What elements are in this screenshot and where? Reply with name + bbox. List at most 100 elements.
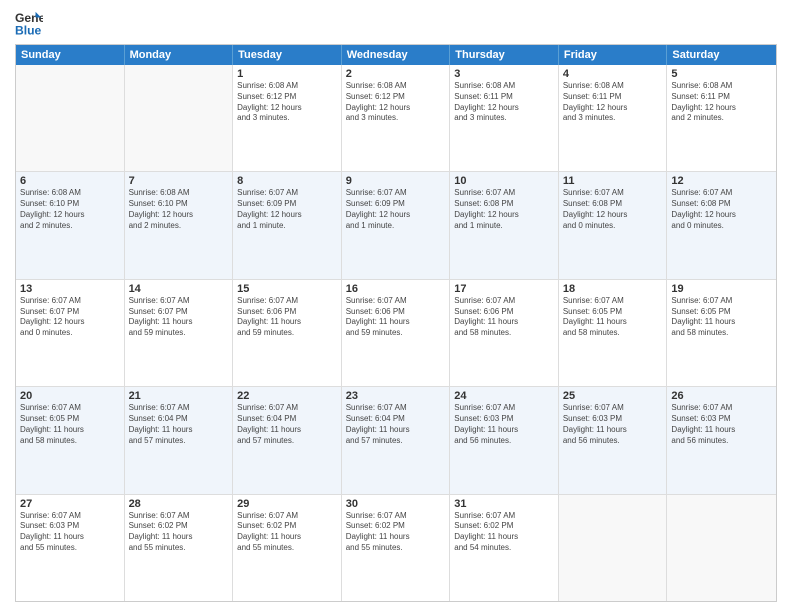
table-row: 17Sunrise: 6:07 AM Sunset: 6:06 PM Dayli… [450, 280, 559, 386]
table-row: 7Sunrise: 6:08 AM Sunset: 6:10 PM Daylig… [125, 172, 234, 278]
table-row [667, 495, 776, 601]
cell-day-number: 26 [671, 390, 772, 402]
cell-day-number: 10 [454, 175, 554, 187]
table-row: 24Sunrise: 6:07 AM Sunset: 6:03 PM Dayli… [450, 387, 559, 493]
cell-info: Sunrise: 6:07 AM Sunset: 6:06 PM Dayligh… [454, 296, 554, 339]
cell-day-number: 22 [237, 390, 337, 402]
calendar-body: 1Sunrise: 6:08 AM Sunset: 6:12 PM Daylig… [16, 65, 776, 601]
cell-day-number: 29 [237, 498, 337, 510]
table-row: 3Sunrise: 6:08 AM Sunset: 6:11 PM Daylig… [450, 65, 559, 171]
cell-day-number: 18 [563, 283, 663, 295]
table-row: 14Sunrise: 6:07 AM Sunset: 6:07 PM Dayli… [125, 280, 234, 386]
cell-info: Sunrise: 6:07 AM Sunset: 6:02 PM Dayligh… [237, 511, 337, 554]
cell-info: Sunrise: 6:07 AM Sunset: 6:02 PM Dayligh… [346, 511, 446, 554]
cell-info: Sunrise: 6:07 AM Sunset: 6:08 PM Dayligh… [563, 188, 663, 231]
svg-text:Blue: Blue [15, 23, 42, 37]
cell-info: Sunrise: 6:07 AM Sunset: 6:09 PM Dayligh… [346, 188, 446, 231]
cell-day-number: 8 [237, 175, 337, 187]
cell-info: Sunrise: 6:07 AM Sunset: 6:06 PM Dayligh… [237, 296, 337, 339]
cell-day-number: 15 [237, 283, 337, 295]
cell-info: Sunrise: 6:07 AM Sunset: 6:03 PM Dayligh… [20, 511, 120, 554]
table-row: 29Sunrise: 6:07 AM Sunset: 6:02 PM Dayli… [233, 495, 342, 601]
cell-info: Sunrise: 6:08 AM Sunset: 6:10 PM Dayligh… [20, 188, 120, 231]
header-day-wednesday: Wednesday [342, 45, 451, 65]
calendar-week-5: 27Sunrise: 6:07 AM Sunset: 6:03 PM Dayli… [16, 494, 776, 601]
cell-day-number: 4 [563, 68, 663, 80]
header-day-sunday: Sunday [16, 45, 125, 65]
cell-info: Sunrise: 6:07 AM Sunset: 6:08 PM Dayligh… [454, 188, 554, 231]
calendar-week-3: 13Sunrise: 6:07 AM Sunset: 6:07 PM Dayli… [16, 279, 776, 386]
table-row: 31Sunrise: 6:07 AM Sunset: 6:02 PM Dayli… [450, 495, 559, 601]
table-row: 6Sunrise: 6:08 AM Sunset: 6:10 PM Daylig… [16, 172, 125, 278]
calendar-header: SundayMondayTuesdayWednesdayThursdayFrid… [16, 45, 776, 65]
cell-day-number: 24 [454, 390, 554, 402]
cell-day-number: 12 [671, 175, 772, 187]
logo-icon: General Blue [15, 10, 43, 38]
cell-info: Sunrise: 6:08 AM Sunset: 6:10 PM Dayligh… [129, 188, 229, 231]
cell-day-number: 20 [20, 390, 120, 402]
table-row: 5Sunrise: 6:08 AM Sunset: 6:11 PM Daylig… [667, 65, 776, 171]
cell-info: Sunrise: 6:08 AM Sunset: 6:11 PM Dayligh… [563, 81, 663, 124]
table-row: 20Sunrise: 6:07 AM Sunset: 6:05 PM Dayli… [16, 387, 125, 493]
table-row: 8Sunrise: 6:07 AM Sunset: 6:09 PM Daylig… [233, 172, 342, 278]
calendar: SundayMondayTuesdayWednesdayThursdayFrid… [15, 44, 777, 602]
table-row: 4Sunrise: 6:08 AM Sunset: 6:11 PM Daylig… [559, 65, 668, 171]
table-row: 25Sunrise: 6:07 AM Sunset: 6:03 PM Dayli… [559, 387, 668, 493]
cell-info: Sunrise: 6:08 AM Sunset: 6:11 PM Dayligh… [671, 81, 772, 124]
cell-info: Sunrise: 6:07 AM Sunset: 6:05 PM Dayligh… [20, 403, 120, 446]
page: General Blue SundayMondayTuesdayWednesda… [0, 0, 792, 612]
table-row: 10Sunrise: 6:07 AM Sunset: 6:08 PM Dayli… [450, 172, 559, 278]
cell-info: Sunrise: 6:07 AM Sunset: 6:03 PM Dayligh… [563, 403, 663, 446]
cell-info: Sunrise: 6:07 AM Sunset: 6:04 PM Dayligh… [129, 403, 229, 446]
cell-day-number: 6 [20, 175, 120, 187]
cell-info: Sunrise: 6:07 AM Sunset: 6:07 PM Dayligh… [20, 296, 120, 339]
table-row [559, 495, 668, 601]
table-row: 21Sunrise: 6:07 AM Sunset: 6:04 PM Dayli… [125, 387, 234, 493]
header: General Blue [15, 10, 777, 38]
table-row: 26Sunrise: 6:07 AM Sunset: 6:03 PM Dayli… [667, 387, 776, 493]
cell-info: Sunrise: 6:07 AM Sunset: 6:04 PM Dayligh… [346, 403, 446, 446]
cell-day-number: 17 [454, 283, 554, 295]
cell-day-number: 30 [346, 498, 446, 510]
cell-day-number: 5 [671, 68, 772, 80]
cell-info: Sunrise: 6:07 AM Sunset: 6:03 PM Dayligh… [454, 403, 554, 446]
cell-day-number: 25 [563, 390, 663, 402]
table-row: 2Sunrise: 6:08 AM Sunset: 6:12 PM Daylig… [342, 65, 451, 171]
cell-info: Sunrise: 6:08 AM Sunset: 6:12 PM Dayligh… [346, 81, 446, 124]
cell-day-number: 28 [129, 498, 229, 510]
calendar-week-1: 1Sunrise: 6:08 AM Sunset: 6:12 PM Daylig… [16, 65, 776, 171]
cell-info: Sunrise: 6:07 AM Sunset: 6:02 PM Dayligh… [454, 511, 554, 554]
cell-info: Sunrise: 6:07 AM Sunset: 6:05 PM Dayligh… [671, 296, 772, 339]
cell-info: Sunrise: 6:08 AM Sunset: 6:12 PM Dayligh… [237, 81, 337, 124]
cell-day-number: 27 [20, 498, 120, 510]
table-row [125, 65, 234, 171]
table-row: 28Sunrise: 6:07 AM Sunset: 6:02 PM Dayli… [125, 495, 234, 601]
cell-day-number: 7 [129, 175, 229, 187]
header-day-saturday: Saturday [667, 45, 776, 65]
cell-info: Sunrise: 6:07 AM Sunset: 6:04 PM Dayligh… [237, 403, 337, 446]
cell-day-number: 9 [346, 175, 446, 187]
cell-day-number: 11 [563, 175, 663, 187]
table-row: 30Sunrise: 6:07 AM Sunset: 6:02 PM Dayli… [342, 495, 451, 601]
cell-day-number: 23 [346, 390, 446, 402]
table-row: 19Sunrise: 6:07 AM Sunset: 6:05 PM Dayli… [667, 280, 776, 386]
table-row: 23Sunrise: 6:07 AM Sunset: 6:04 PM Dayli… [342, 387, 451, 493]
table-row: 15Sunrise: 6:07 AM Sunset: 6:06 PM Dayli… [233, 280, 342, 386]
table-row: 12Sunrise: 6:07 AM Sunset: 6:08 PM Dayli… [667, 172, 776, 278]
table-row: 13Sunrise: 6:07 AM Sunset: 6:07 PM Dayli… [16, 280, 125, 386]
cell-info: Sunrise: 6:07 AM Sunset: 6:09 PM Dayligh… [237, 188, 337, 231]
cell-day-number: 19 [671, 283, 772, 295]
table-row [16, 65, 125, 171]
cell-info: Sunrise: 6:07 AM Sunset: 6:02 PM Dayligh… [129, 511, 229, 554]
calendar-week-2: 6Sunrise: 6:08 AM Sunset: 6:10 PM Daylig… [16, 171, 776, 278]
cell-day-number: 1 [237, 68, 337, 80]
cell-day-number: 31 [454, 498, 554, 510]
cell-day-number: 14 [129, 283, 229, 295]
table-row: 11Sunrise: 6:07 AM Sunset: 6:08 PM Dayli… [559, 172, 668, 278]
cell-info: Sunrise: 6:08 AM Sunset: 6:11 PM Dayligh… [454, 81, 554, 124]
table-row: 18Sunrise: 6:07 AM Sunset: 6:05 PM Dayli… [559, 280, 668, 386]
cell-day-number: 16 [346, 283, 446, 295]
cell-info: Sunrise: 6:07 AM Sunset: 6:03 PM Dayligh… [671, 403, 772, 446]
table-row: 27Sunrise: 6:07 AM Sunset: 6:03 PM Dayli… [16, 495, 125, 601]
table-row: 1Sunrise: 6:08 AM Sunset: 6:12 PM Daylig… [233, 65, 342, 171]
